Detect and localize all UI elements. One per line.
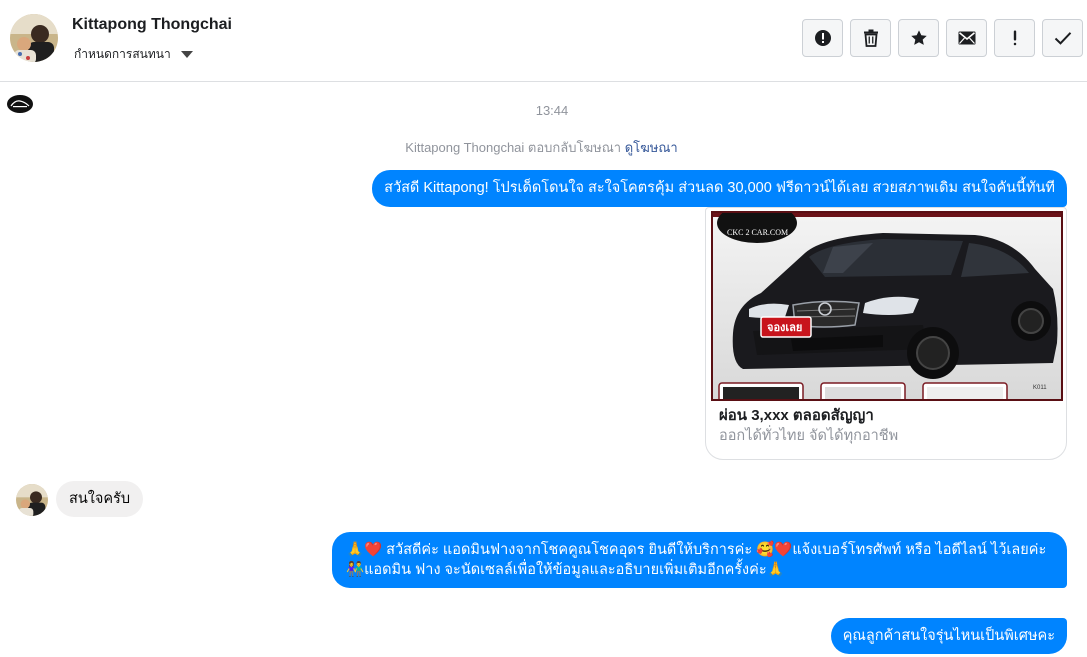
- ad-card[interactable]: CKC 2 CAR.COM จองเลย K011 ผ่อน 3,xxx ตลอ…: [705, 207, 1067, 460]
- smile-heart-emoji: 🥰❤️: [756, 542, 793, 558]
- ad-brand-text: CKC 2 CAR.COM: [727, 228, 788, 237]
- mark-unread-button[interactable]: [946, 19, 987, 57]
- contact-avatar-small: [16, 484, 48, 516]
- envelope-icon: [958, 31, 975, 45]
- star-icon: [910, 30, 927, 45]
- trash-icon: [863, 29, 878, 47]
- ad-code-text: K011: [1033, 385, 1047, 391]
- message-timestamp: 13:44: [535, 103, 569, 118]
- message-line-1: 🙏❤️ สวัสดีค่ะ แอดมินฟางจากโชคคูณโชคอุดร …: [346, 540, 1055, 560]
- message-line-2: 👫แอดมิน ฟาง จะนัดเซลล์เพื่อให้ข้อมูลและอ…: [346, 560, 1055, 580]
- message-text: แอดมิน ฟาง จะนัดเซลล์เพื่อให้ข้อมูลและอธ…: [364, 562, 767, 578]
- check-icon: [1054, 32, 1071, 45]
- contact-name: Kittapong Thongchai: [72, 16, 232, 33]
- alert-circle-icon: [814, 30, 831, 46]
- conversation-header: Kittapong Thongchai กำหนดการสนทนา: [0, 0, 1087, 82]
- message-text: แจ้งเบอร์โทรศัพท์ หรือ ไอดีไลน์ ไว้เลยค่…: [792, 542, 1047, 558]
- ad-card-image: CKC 2 CAR.COM จองเลย K011: [711, 211, 1063, 401]
- exclamation-icon: [1013, 30, 1016, 46]
- ad-card-subtitle: ออกได้ทั่วไทย จัดได้ทุกอาชีพ: [719, 428, 899, 444]
- header-actions: [802, 19, 1083, 57]
- book-now-badge: จองเลย: [767, 321, 802, 334]
- message-text: สวัสดีค่ะ แอดมินฟางจากโชคคูณโชคอุดร ยินด…: [382, 542, 757, 558]
- outgoing-message: สวัสดี Kittapong! โปรเด็ดโดนใจ สะใจโคตรค…: [372, 170, 1067, 207]
- outgoing-message-admin: 🙏❤️ สวัสดีค่ะ แอดมินฟางจากโชคคูณโชคอุดร …: [332, 532, 1067, 588]
- mark-spam-button[interactable]: [802, 19, 843, 57]
- car-image: CKC 2 CAR.COM จองเลย K011: [713, 213, 1061, 399]
- ad-reply-text: Kittapong Thongchai ตอบกลับโฆษณา: [405, 140, 622, 155]
- view-ad-link[interactable]: ดูโฆษณา: [625, 140, 678, 155]
- star-button[interactable]: [898, 19, 939, 57]
- mark-done-button[interactable]: [1042, 19, 1083, 57]
- follow-up-button[interactable]: [994, 19, 1035, 57]
- contact-avatar[interactable]: [10, 14, 58, 62]
- conversation-settings-dropdown[interactable]: กำหนดการสนทนา: [74, 45, 193, 64]
- couple-emoji: 👫: [346, 562, 365, 578]
- incoming-message: สนใจครับ: [56, 481, 144, 517]
- ad-reply-note: Kittapong Thongchai ตอบกลับโฆษณา ดูโฆษณา: [0, 137, 1083, 158]
- outgoing-message-question: คุณลูกค้าสนใจรุ่นไหนเป็นพิเศษคะ: [830, 618, 1067, 654]
- conversation-settings-label: กำหนดการสนทนา: [74, 47, 171, 61]
- pray-heart-emoji: 🙏❤️: [346, 542, 383, 558]
- pray-emoji: 🙏: [766, 562, 785, 578]
- caret-down-icon: [180, 51, 193, 58]
- delete-button[interactable]: [850, 19, 891, 57]
